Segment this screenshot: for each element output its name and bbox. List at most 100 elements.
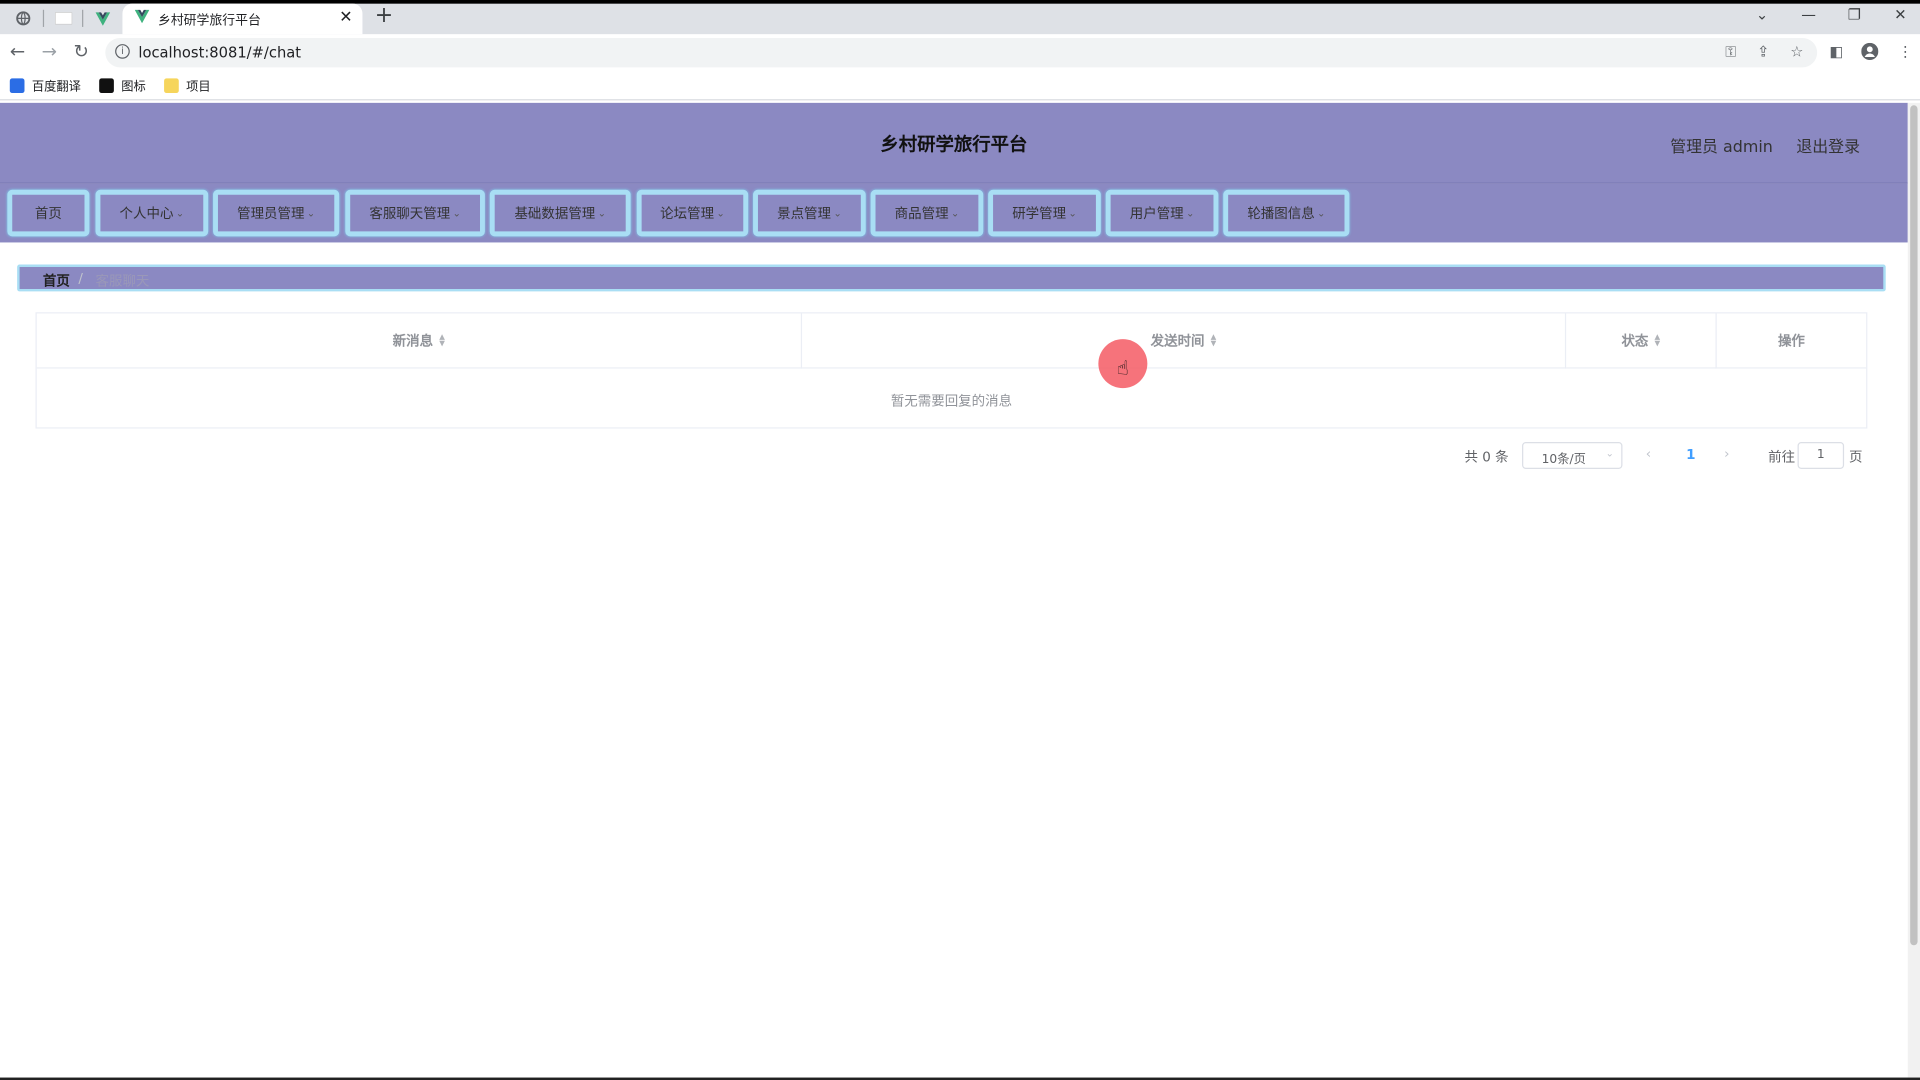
menu-label: 首页	[34, 205, 62, 222]
forward-icon[interactable]: →	[42, 42, 57, 62]
chevron-down-icon: ⌄	[716, 207, 725, 219]
chevron-down-icon: ⌄	[597, 207, 606, 219]
bookmark-star-icon[interactable]: ☆	[1790, 43, 1803, 60]
tab-separator	[42, 9, 45, 27]
chevron-down-icon: ⌄	[452, 207, 461, 219]
pinned-tab-globe-icon[interactable]	[13, 9, 33, 29]
window-close-icon[interactable]: ✕	[1894, 6, 1906, 23]
password-key-icon[interactable]: ⚿	[1725, 43, 1736, 61]
column-label: 新消息	[392, 333, 434, 349]
breadcrumb: 首页 / 客服聊天	[17, 264, 1886, 292]
menu-item-goods-management[interactable]: 商品管理 ⌄	[870, 189, 984, 237]
logout-link[interactable]: 退出登录	[1796, 133, 1860, 156]
pinned-tab-vue-icon[interactable]	[93, 9, 113, 29]
page-size-select[interactable]: 10条/页 ⌄	[1522, 442, 1623, 469]
menu-item-admin-management[interactable]: 管理员管理 ⌄	[213, 189, 340, 237]
menu-item-base-data-management[interactable]: 基础数据管理 ⌄	[489, 189, 631, 237]
column-header-new-message[interactable]: 新消息 ▲ ▼	[36, 313, 803, 369]
menu-item-user-management[interactable]: 用户管理 ⌄	[1105, 189, 1219, 237]
sort-icon[interactable]: ▲ ▼	[439, 334, 445, 347]
chat-table: 新消息 ▲ ▼ 发送时间 ▲ ▼ 状态 ▲ ▼ 操作 暂无需要回复的消息	[35, 312, 1868, 429]
menu-item-personal-center[interactable]: 个人中心 ⌄	[95, 189, 209, 237]
next-page-icon[interactable]: ›	[1724, 446, 1729, 462]
side-panel-icon[interactable]: ◧	[1829, 43, 1843, 60]
sort-icon[interactable]: ▲ ▼	[1655, 334, 1661, 347]
profile-icon[interactable]	[1861, 42, 1879, 64]
chevron-down-icon: ⌄	[1605, 448, 1614, 460]
column-header-status[interactable]: 状态 ▲ ▼	[1566, 313, 1717, 369]
hand-cursor-icon: ☝	[1116, 356, 1129, 380]
chevron-down-icon: ⌄	[1317, 207, 1326, 219]
menu-item-home[interactable]: 首页	[7, 189, 90, 237]
app-title: 乡村研学旅行平台	[880, 133, 1028, 156]
bookmark-label: 图标	[121, 80, 146, 95]
bookmark-icons[interactable]: 图标	[99, 76, 146, 94]
tab-close-icon[interactable]: ✕	[339, 9, 352, 27]
chevron-down-icon: ⌄	[1068, 207, 1077, 219]
chevron-down-icon: ⌄	[950, 207, 960, 219]
column-header-actions: 操作	[1716, 313, 1867, 369]
active-tab[interactable]: 乡村研学旅行平台 ✕	[122, 3, 363, 35]
empty-table-message: 暂无需要回复的消息	[890, 393, 1013, 409]
minimize-icon[interactable]: —	[1801, 6, 1816, 23]
app-header: 乡村研学旅行平台 管理员 admin 退出登录	[0, 102, 1908, 184]
menu-label: 基础数据管理	[514, 205, 596, 222]
menu-label: 轮播图信息	[1247, 205, 1315, 222]
page-size-value: 10条/页	[1541, 453, 1586, 467]
menu-item-forum-management[interactable]: 论坛管理 ⌄	[636, 189, 749, 237]
prev-page-icon[interactable]: ‹	[1646, 446, 1651, 462]
reload-icon[interactable]: ↻	[73, 42, 88, 62]
menu-item-carousel-info[interactable]: 轮播图信息 ⌄	[1223, 189, 1350, 237]
bookmark-project-folder[interactable]: 项目	[164, 76, 211, 94]
browser-toolbar: ← → ↻ i localhost:8081/#/chat ⚿ ⇪ ☆ ◧ ⋮	[0, 34, 1920, 72]
menu-item-study-management[interactable]: 研学管理 ⌄	[988, 189, 1101, 237]
top-menu: 首页 个人中心 ⌄ 管理员管理 ⌄ 客服聊天管理 ⌄ 基础数据管理 ⌄ 论坛管理 ⌄ 景点…	[0, 183, 1908, 243]
new-tab-icon[interactable]: +	[375, 4, 393, 27]
site-info-icon[interactable]: i	[115, 44, 130, 59]
menu-label: 研学管理	[1012, 205, 1067, 222]
tab-search-chevron-icon[interactable]: ⌄	[1756, 6, 1768, 23]
bookmark-label: 百度翻译	[31, 80, 81, 95]
share-icon[interactable]: ⇪	[1757, 43, 1769, 60]
image-icon	[99, 77, 114, 93]
page-scrollbar[interactable]	[1907, 102, 1920, 1078]
sort-icon[interactable]: ▲ ▼	[1211, 334, 1217, 347]
vue-favicon-icon	[134, 9, 150, 25]
column-label: 操作	[1777, 333, 1805, 349]
menu-label: 景点管理	[777, 205, 831, 222]
menu-label: 客服聊天管理	[369, 205, 451, 222]
pagination-total: 共 0 条	[1464, 449, 1509, 466]
screen: 乡村研学旅行平台 ✕ + ⌄ — ❐ ✕ ← → ↻ i localhost:8…	[0, 0, 1920, 1080]
tab-separator	[82, 9, 84, 27]
page-content: 乡村研学旅行平台 管理员 admin 退出登录 首页 个人中心 ⌄ 管理员管理 ⌄ …	[0, 102, 1908, 1078]
page-suffix: 页	[1848, 449, 1863, 466]
address-bar[interactable]: i localhost:8081/#/chat	[105, 37, 1818, 68]
column-header-send-time[interactable]: 发送时间 ▲ ▼	[802, 313, 1567, 369]
bookmark-label: 项目	[186, 80, 211, 95]
menu-kebab-icon[interactable]: ⋮	[1898, 43, 1913, 60]
breadcrumb-separator: /	[78, 270, 83, 287]
tab-strip: 乡村研学旅行平台 ✕ + ⌄ — ❐ ✕	[0, 0, 1920, 35]
menu-label: 论坛管理	[660, 205, 715, 222]
restore-icon[interactable]: ❐	[1848, 6, 1861, 23]
bookmarks-bar: 百度翻译 图标 项目	[0, 71, 1920, 101]
chevron-down-icon: ⌄	[306, 207, 316, 219]
tab-title: 乡村研学旅行平台	[157, 13, 261, 29]
goto-page-input[interactable]: 1	[1797, 442, 1845, 469]
bookmark-baidu-translate[interactable]: 百度翻译	[9, 76, 81, 95]
back-icon[interactable]: ←	[10, 42, 25, 62]
column-label: 状态	[1621, 333, 1649, 349]
menu-item-scenic-management[interactable]: 景点管理 ⌄	[753, 189, 866, 237]
page-number-current[interactable]: 1	[1686, 447, 1695, 463]
url-text: localhost:8081/#/chat	[138, 44, 302, 62]
menu-item-chat-management[interactable]: 客服聊天管理 ⌄	[345, 189, 485, 237]
scrollbar-thumb[interactable]	[1910, 105, 1918, 946]
pinned-tab-blank-icon[interactable]	[54, 9, 74, 29]
translate-icon	[9, 77, 25, 93]
goto-label: 前往	[1768, 449, 1796, 466]
breadcrumb-home[interactable]: 首页	[43, 271, 70, 291]
folder-icon	[164, 77, 179, 93]
breadcrumb-current: 客服聊天	[95, 273, 150, 289]
admin-user-label: 管理员 admin	[1670, 138, 1773, 157]
chevron-down-icon: ⌄	[833, 207, 842, 219]
